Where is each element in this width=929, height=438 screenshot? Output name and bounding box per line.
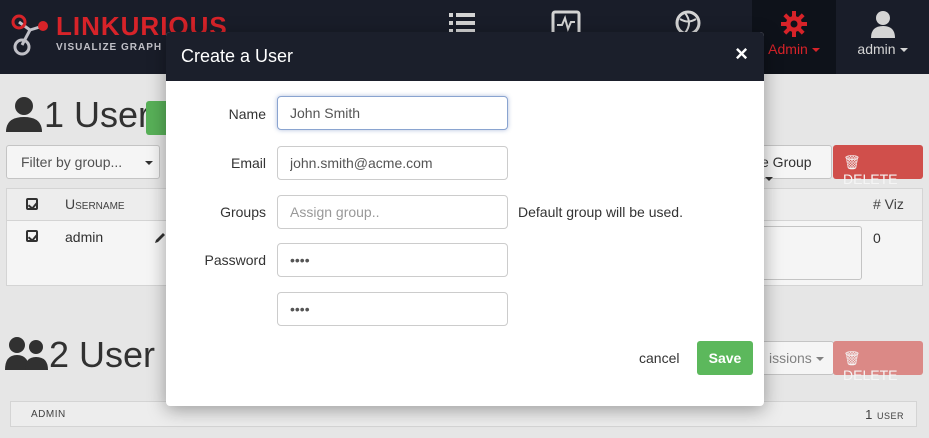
close-icon[interactable]: × — [735, 41, 748, 67]
groups-input[interactable] — [277, 195, 508, 229]
save-button[interactable]: Save — [697, 341, 753, 375]
cancel-button[interactable]: cancel — [639, 350, 679, 366]
password-input[interactable] — [277, 243, 508, 277]
password-confirm-input[interactable] — [277, 292, 508, 326]
dialog-title: Create a User — [181, 46, 294, 66]
create-user-dialog: Create a User × Name Email Groups Defaul… — [166, 32, 764, 406]
groups-hint: Default group will be used. — [518, 204, 683, 220]
email-label: Email — [230, 155, 266, 171]
name-input[interactable] — [277, 96, 508, 130]
email-input[interactable] — [277, 146, 508, 180]
groups-label: Groups — [220, 204, 266, 220]
password-label: Password — [204, 252, 266, 268]
name-label: Name — [228, 106, 266, 122]
dialog-header: Create a User × — [166, 32, 764, 81]
